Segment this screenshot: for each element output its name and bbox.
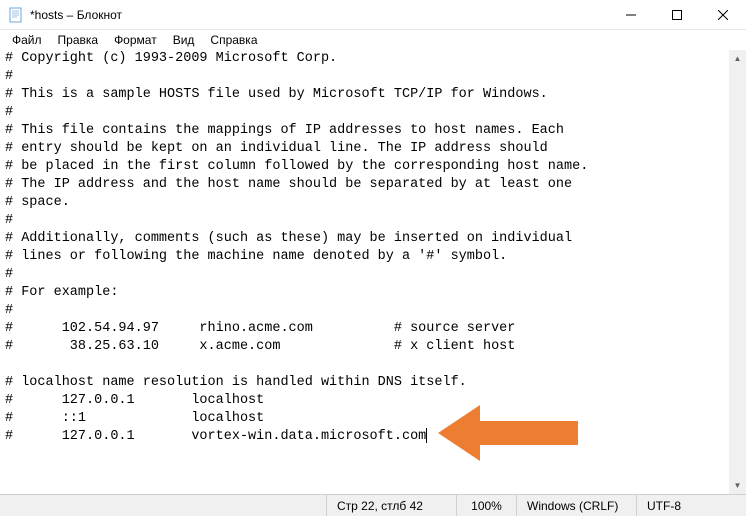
notepad-icon bbox=[8, 7, 24, 23]
menu-file[interactable]: Файл bbox=[4, 31, 50, 49]
status-zoom: 100% bbox=[456, 495, 516, 516]
close-button[interactable] bbox=[700, 0, 746, 30]
window-controls bbox=[608, 0, 746, 30]
titlebar: *hosts – Блокнот bbox=[0, 0, 746, 30]
menu-format[interactable]: Формат bbox=[106, 31, 165, 49]
vertical-scrollbar[interactable]: ▲ ▼ bbox=[729, 50, 746, 494]
menubar: Файл Правка Формат Вид Справка bbox=[0, 30, 746, 50]
statusbar: Стр 22, стлб 42 100% Windows (CRLF) UTF-… bbox=[0, 494, 746, 516]
text-cursor bbox=[426, 428, 427, 443]
status-encoding: UTF-8 bbox=[636, 495, 746, 516]
minimize-button[interactable] bbox=[608, 0, 654, 30]
menu-help[interactable]: Справка bbox=[202, 31, 265, 49]
scroll-up-button[interactable]: ▲ bbox=[729, 50, 746, 67]
window-title: *hosts – Блокнот bbox=[30, 8, 608, 22]
menu-view[interactable]: Вид bbox=[165, 31, 203, 49]
file-content: # Copyright (c) 1993-2009 Microsoft Corp… bbox=[5, 51, 588, 444]
text-area[interactable]: # Copyright (c) 1993-2009 Microsoft Corp… bbox=[0, 50, 746, 484]
status-position: Стр 22, стлб 42 bbox=[326, 495, 456, 516]
status-line-ending: Windows (CRLF) bbox=[516, 495, 636, 516]
maximize-button[interactable] bbox=[654, 0, 700, 30]
menu-edit[interactable]: Правка bbox=[50, 31, 107, 49]
scroll-down-button[interactable]: ▼ bbox=[729, 477, 746, 494]
